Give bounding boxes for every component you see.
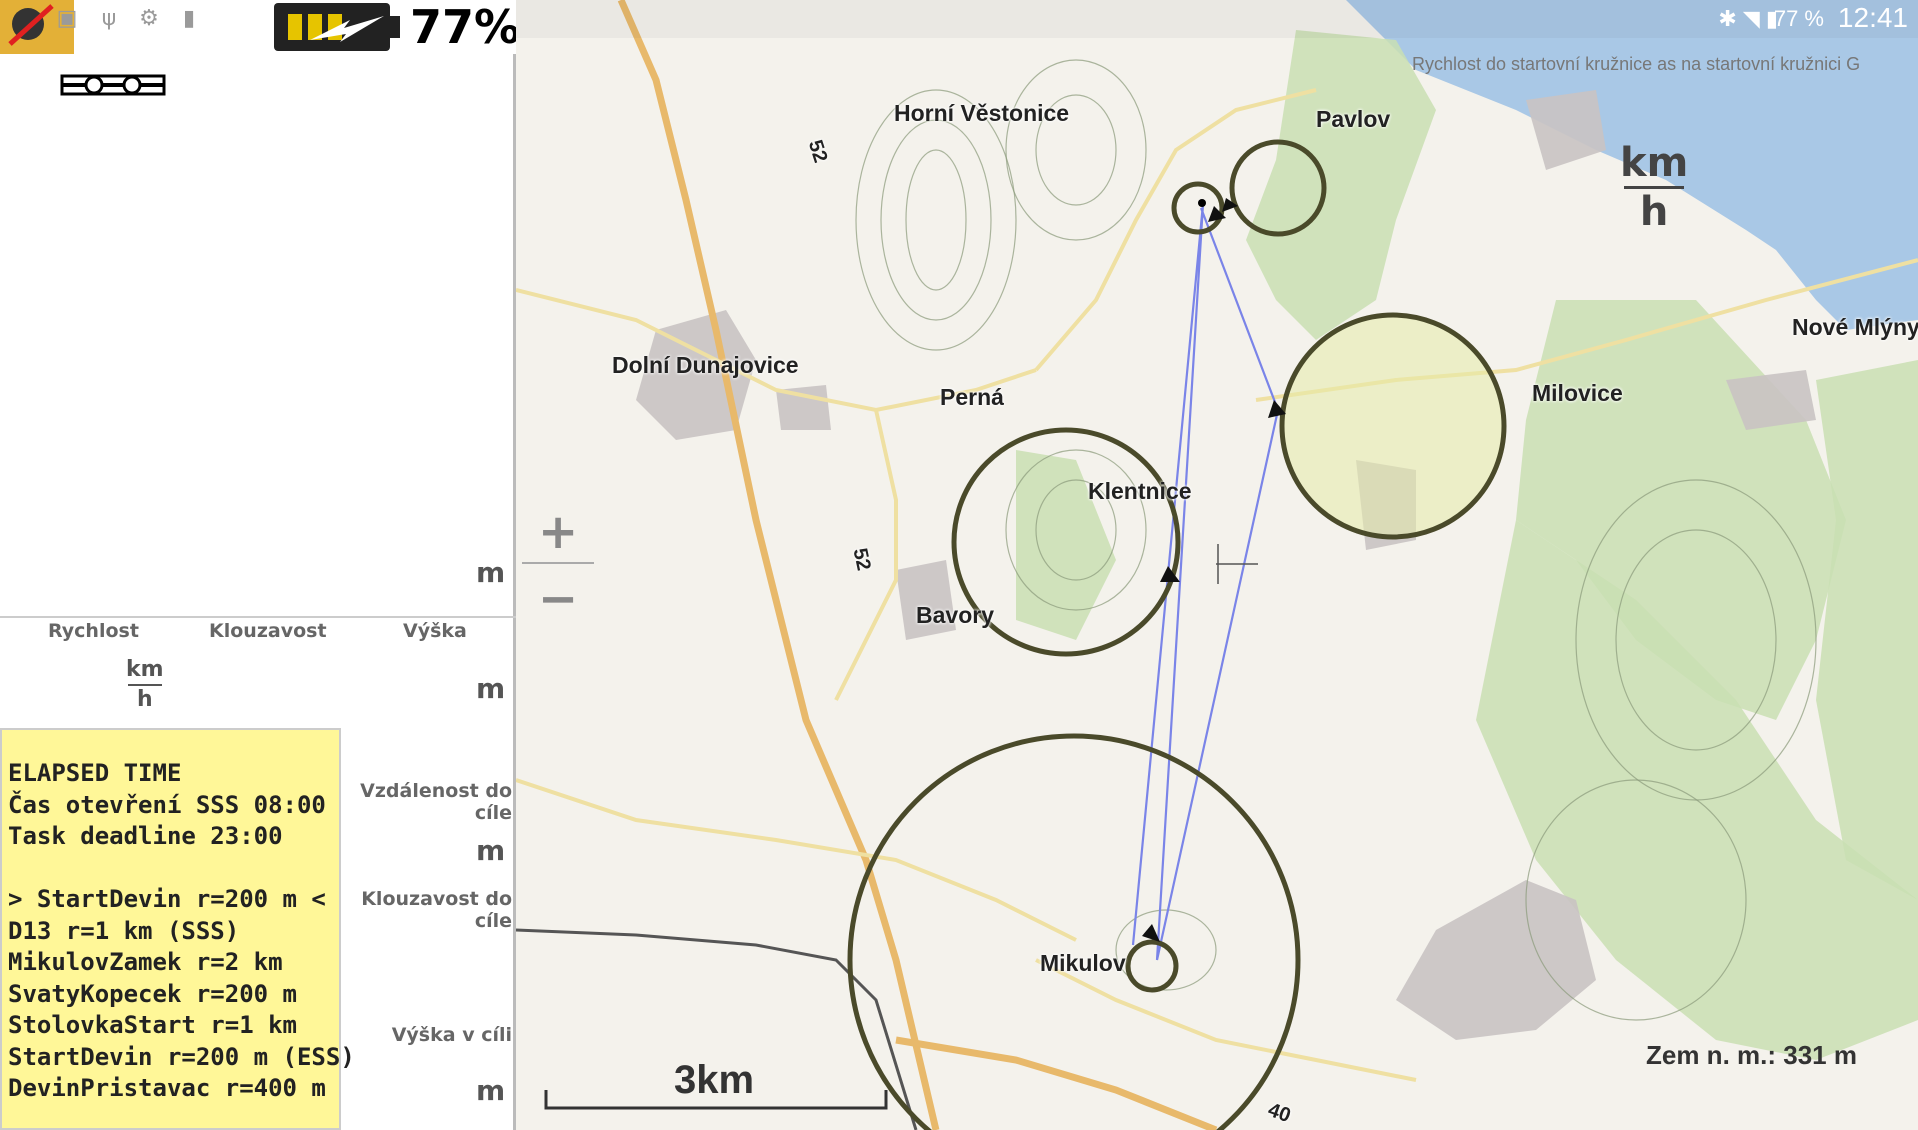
town-label: Nové Mlýny <box>1792 314 1918 340</box>
settings-icon: ⚙ <box>139 6 159 31</box>
zoom-in-button[interactable]: + <box>538 508 578 556</box>
map-canvas[interactable] <box>516 0 1918 1130</box>
glide-ratio-label: Klouzavost <box>209 620 327 642</box>
town-label: Milovice <box>1532 380 1623 406</box>
task-line: DevinPristavac r=400 m <box>8 1074 326 1102</box>
usb-icon: ψ <box>101 6 117 31</box>
height-unit: m <box>476 672 506 705</box>
crosshair-icon <box>1216 544 1258 584</box>
battery-tip <box>390 16 400 38</box>
road <box>516 778 1077 942</box>
forest-area <box>1816 360 1918 900</box>
instrument-panel: ▣ ψ ⚙ ▮ 77% m Rychlost Klouzavost Výška … <box>0 0 520 1130</box>
task-route <box>1131 203 1280 961</box>
map-view[interactable]: Horní Věstonice Pavlov Dolní Dunajovice … <box>516 0 1918 1130</box>
satellite-signal-icon <box>60 74 166 96</box>
road-40 <box>895 1036 1218 1130</box>
zoom-divider <box>522 562 594 564</box>
urban-area <box>1526 90 1606 170</box>
map-info-line: Rychlost do startovní kružnice as na sta… <box>1412 54 1861 74</box>
ground-altitude: Zem n. m.: 331 m <box>1646 1040 1857 1070</box>
glide-to-goal-label: Klouzavost do cíle <box>361 888 512 932</box>
town-label: Klentnice <box>1088 478 1192 504</box>
altitude-unit-top: m <box>476 556 506 589</box>
town-label: Dolní Dunajovice <box>612 352 799 378</box>
speed-unit-num: km <box>126 657 164 682</box>
distance-unit: m <box>476 834 506 867</box>
town-label: Perná <box>940 384 1004 410</box>
task-line: Task deadline 23:00 <box>8 822 283 850</box>
urban-area <box>1396 880 1596 1040</box>
route-direction-arrows <box>1142 198 1286 942</box>
task-line: > StartDevin r=200 m < <box>8 885 326 913</box>
turnpoint-mikulovzamek[interactable] <box>847 733 1301 1130</box>
map-speed-unit: km h <box>1620 142 1688 233</box>
road <box>1035 958 1417 1082</box>
task-lines: ELAPSED TIME Čas otevření SSS 08:00 Task d… <box>8 758 355 1105</box>
pilot-position-icon <box>1198 199 1206 207</box>
charging-bolt-icon <box>310 16 384 42</box>
distance-to-goal-label: Vzdálenost do cíle <box>360 780 512 824</box>
left-status-bar: ▣ ψ ⚙ ▮ 77% <box>0 0 520 54</box>
zoom-out-button[interactable]: − <box>538 575 578 623</box>
road-label: 52 <box>848 546 875 573</box>
battery-percent: 77% <box>410 0 521 54</box>
task-info-box: ELAPSED TIME Čas otevření SSS 08:00 Task d… <box>0 728 355 1130</box>
turnpoint-devinpristavac[interactable] <box>1125 939 1179 993</box>
panel-divider <box>0 616 516 618</box>
map-speed-unit-num: km <box>1620 140 1689 186</box>
task-line: ELAPSED TIME <box>8 759 182 787</box>
task-line <box>8 853 355 885</box>
turnpoint-svatykopecek[interactable] <box>1279 312 1507 540</box>
height-at-goal-label: Výška v cíli <box>391 1024 512 1046</box>
speed-unit-den: h <box>136 687 153 712</box>
clock: 12:41 <box>1837 2 1908 33</box>
bluetooth-wifi-battery-icon: ✱ ◥ ▮ <box>1718 6 1778 31</box>
height-label: Výška <box>403 620 467 642</box>
task-line: StartDevin r=200 m (ESS) <box>8 1042 355 1071</box>
system-status-bar: ✱ ◥ ▮ 77 % 12:41 <box>516 0 1918 38</box>
task-line: SvatyKopecek r=200 m <box>8 979 297 1008</box>
image-icon: ▣ <box>56 6 78 31</box>
town-label: Mikulov <box>1040 950 1126 976</box>
system-battery-percent: 77 % <box>1773 6 1824 31</box>
goal-height-unit: m <box>476 1074 506 1107</box>
speed-unit: km h <box>126 658 164 712</box>
speed-label: Rychlost <box>48 620 139 642</box>
town-label: Pavlov <box>1316 106 1391 132</box>
scale-label: 3km <box>674 1058 755 1102</box>
map-speed-unit-den: h <box>1639 189 1669 235</box>
forest-area <box>1246 30 1436 340</box>
task-line: StolovkaStart r=1 km <box>8 1011 297 1039</box>
task-line: D13 r=1 km (SSS) <box>8 916 240 945</box>
sdcard-icon: ▮ <box>182 6 196 31</box>
town-label: Bavory <box>916 602 994 628</box>
town-label: Horní Věstonice <box>894 100 1070 126</box>
task-line: Čas otevření SSS 08:00 <box>8 790 326 819</box>
task-line: MikulovZamek r=2 km <box>8 948 283 976</box>
